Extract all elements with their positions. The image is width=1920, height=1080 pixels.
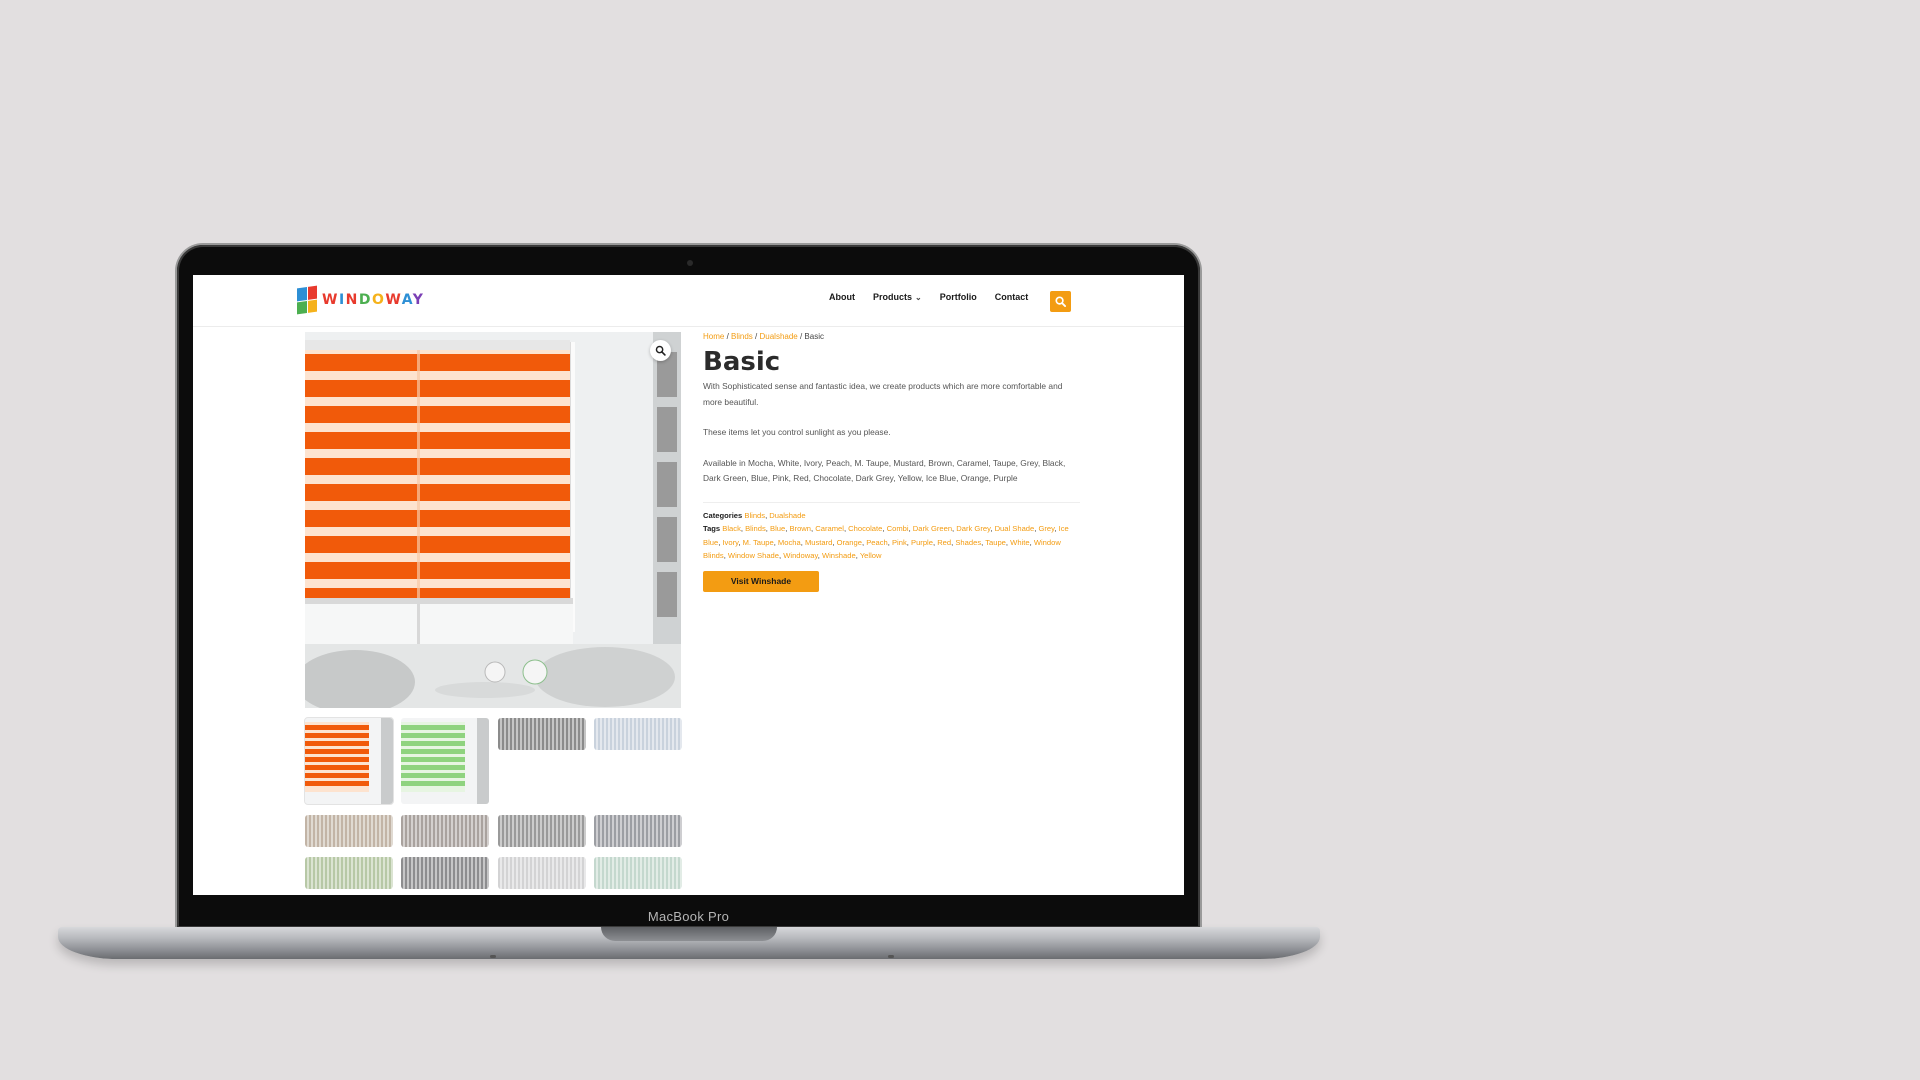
thumb-orange-image	[305, 718, 393, 804]
tag-link[interactable]: Windoway	[783, 551, 817, 560]
product-categories: Categories Blinds, Dualshade	[703, 509, 1083, 523]
categories-list: Blinds, Dualshade	[744, 511, 805, 520]
nav-portfolio[interactable]: Portfolio	[940, 292, 977, 302]
product-main-image[interactable]	[305, 332, 681, 708]
nav-products[interactable]: Products ⌄	[873, 292, 922, 302]
categories-label: Categories	[703, 510, 743, 520]
category-link[interactable]: Dualshade	[769, 511, 805, 520]
tag-link[interactable]: Dual Shade	[995, 524, 1035, 533]
tag-link[interactable]: Dark Green	[913, 524, 952, 533]
product-tags: Tags Black, Blinds, Blue, Brown, Caramel…	[703, 522, 1083, 563]
laptop-lid: WINDOWAY About Products ⌄ Portfolio Conta…	[177, 245, 1200, 928]
tag-link[interactable]: Mocha	[778, 538, 801, 547]
logo-icon	[297, 285, 317, 315]
breadcrumb-home[interactable]: Home	[703, 332, 724, 341]
visit-winshade-button[interactable]: Visit Winshade	[703, 570, 819, 592]
swatch-thumb-7[interactable]	[305, 857, 393, 889]
tag-link[interactable]: Blue	[770, 524, 785, 533]
breadcrumb-blinds[interactable]: Blinds	[731, 332, 753, 341]
swatch-thumb-8[interactable]	[401, 857, 489, 889]
laptop-base	[58, 927, 1320, 959]
breadcrumb-dualshade[interactable]: Dualshade	[759, 332, 797, 341]
browser-viewport: WINDOWAY About Products ⌄ Portfolio Conta…	[193, 275, 1184, 895]
product-title: Basic	[703, 347, 781, 377]
site-header: WINDOWAY About Products ⌄ Portfolio Conta…	[193, 275, 1184, 327]
tag-link[interactable]: M. Taupe	[743, 538, 774, 547]
tag-link[interactable]: Brown	[789, 524, 811, 533]
tag-link[interactable]: Taupe	[985, 538, 1006, 547]
product-summary: Home / Blinds / Dualshade / Basic Basic …	[703, 332, 1083, 592]
laptop-foot	[888, 955, 894, 958]
breadcrumb: Home / Blinds / Dualshade / Basic	[703, 332, 1083, 341]
gallery-thumb-green[interactable]	[401, 718, 489, 804]
magnifier-icon	[655, 345, 666, 356]
tag-link[interactable]: Caramel	[815, 524, 844, 533]
breadcrumb-current: Basic	[804, 332, 824, 341]
tags-label: Tags	[703, 524, 721, 533]
tag-link[interactable]: Red	[937, 538, 951, 547]
tag-link[interactable]: Shades	[955, 538, 981, 547]
product-description-3: Available in Mocha, White, Ivory, Peach,…	[703, 457, 1066, 484]
nav-contact[interactable]: Contact	[995, 292, 1029, 302]
search-button[interactable]	[1050, 291, 1071, 312]
swatch-thumb-4[interactable]	[401, 815, 489, 847]
divider	[703, 501, 1080, 503]
tag-link[interactable]: White	[1010, 538, 1029, 547]
tag-link[interactable]: Peach	[866, 538, 888, 547]
laptop-notch	[601, 927, 777, 941]
camera-icon	[687, 260, 693, 266]
swatch-thumb-5[interactable]	[498, 815, 586, 847]
tag-link[interactable]: Orange	[837, 538, 862, 547]
tag-link[interactable]: Grey	[1038, 524, 1054, 533]
tag-link[interactable]: Window Shade	[728, 551, 779, 560]
tag-link[interactable]: Dark Grey	[956, 524, 990, 533]
tags-list: Black, Blinds, Blue, Brown, Caramel, Cho…	[703, 524, 1069, 560]
nav-products-label: Products	[873, 292, 913, 302]
logo-text: WINDOWAY	[322, 292, 425, 308]
tag-link[interactable]: Black	[722, 524, 741, 533]
gallery-thumb-orange[interactable]	[304, 717, 394, 805]
main-nav: About Products ⌄ Portfolio Contact	[829, 292, 1028, 302]
laptop-foot	[490, 955, 496, 958]
breadcrumb-separator: /	[724, 332, 732, 341]
product-description-1: With Sophisticated sense and fantastic i…	[703, 381, 1063, 407]
product-description-2: These items let you control sunlight as …	[703, 427, 891, 437]
nav-about[interactable]: About	[829, 292, 855, 302]
category-link[interactable]: Blinds	[744, 511, 765, 520]
swatch-thumb-2[interactable]	[594, 718, 682, 750]
logo[interactable]: WINDOWAY	[297, 285, 425, 315]
chevron-down-icon: ⌄	[915, 293, 922, 302]
tag-link[interactable]: Winshade	[822, 551, 856, 560]
swatch-thumb-6[interactable]	[594, 815, 682, 847]
tag-link[interactable]: Mustard	[805, 538, 832, 547]
zoom-button[interactable]	[650, 340, 671, 361]
swatch-thumb-3[interactable]	[305, 815, 393, 847]
tag-link[interactable]: Ivory	[722, 538, 738, 547]
device-label: MacBook Pro	[647, 909, 730, 924]
swatch-thumb-1[interactable]	[498, 718, 586, 750]
swatch-thumb-10[interactable]	[594, 857, 682, 889]
tag-link[interactable]: Chocolate	[848, 524, 882, 533]
tag-link[interactable]: Pink	[892, 538, 907, 547]
blind-window-photo	[305, 332, 681, 708]
tag-link[interactable]: Blinds	[745, 524, 766, 533]
tag-link[interactable]: Purple	[911, 538, 933, 547]
tag-link[interactable]: Combi	[887, 524, 909, 533]
thumb-green-image	[401, 718, 489, 804]
tag-link[interactable]: Yellow	[860, 551, 882, 560]
swatch-thumb-9[interactable]	[498, 857, 586, 889]
search-icon	[1055, 296, 1066, 307]
